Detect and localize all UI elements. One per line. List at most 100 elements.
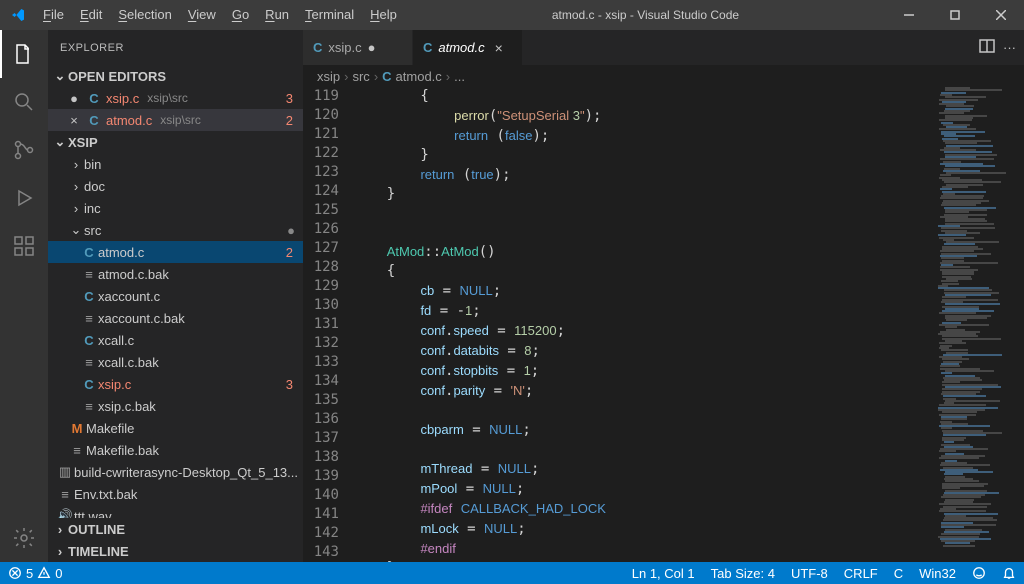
modified-dot-icon: ● xyxy=(287,223,295,238)
editor-body[interactable]: 1191201211221231241251261271281291301311… xyxy=(303,87,1024,562)
editor-tab[interactable]: Catmod.c × xyxy=(413,30,523,65)
close-icon[interactable]: × xyxy=(66,113,82,128)
menu-file[interactable]: File xyxy=(35,0,72,30)
file-path: xsip\src xyxy=(160,113,201,127)
tree-item-label: ttt.wav xyxy=(74,509,303,519)
file-type-icon: ≡ xyxy=(80,399,98,414)
tree-file[interactable]: ≡atmod.c.bak xyxy=(48,263,303,285)
status-os[interactable]: Win32 xyxy=(911,562,964,584)
tree-item-label: xaccount.c xyxy=(98,289,303,304)
tree-file[interactable]: MMakefile xyxy=(48,417,303,439)
activity-explorer[interactable] xyxy=(0,30,48,78)
titlebar: FileEditSelectionViewGoRunTerminalHelp a… xyxy=(0,0,1024,30)
tree-folder[interactable]: ⌄src● xyxy=(48,219,303,241)
tree-file[interactable]: Cxaccount.c xyxy=(48,285,303,307)
problem-badge: 3 xyxy=(286,377,293,392)
file-path: xsip\src xyxy=(147,91,188,105)
section-outline[interactable]: ›OUTLINE xyxy=(48,518,303,540)
menu-help[interactable]: Help xyxy=(362,0,405,30)
tree-file[interactable]: ▥build-cwriterasync-Desktop_Qt_5_13... xyxy=(48,461,303,483)
line-gutter: 1191201211221231241251261271281291301311… xyxy=(303,87,353,562)
breadcrumb-item[interactable]: src xyxy=(352,69,369,84)
activity-extensions[interactable] xyxy=(0,222,48,270)
section-project[interactable]: ⌄XSIP xyxy=(48,131,303,153)
activity-debug[interactable] xyxy=(0,174,48,222)
problem-badge: 2 xyxy=(286,113,293,128)
tree-item-label: atmod.c.bak xyxy=(98,267,303,282)
menu-view[interactable]: View xyxy=(180,0,224,30)
tab-actions: ··· xyxy=(971,30,1024,65)
dirty-dot-icon: ● xyxy=(368,40,376,55)
tree-folder[interactable]: ›bin xyxy=(48,153,303,175)
section-open-editors[interactable]: ⌄OPEN EDITORS xyxy=(48,65,303,87)
more-icon[interactable]: ··· xyxy=(1003,40,1016,55)
close-button[interactable] xyxy=(978,0,1024,30)
minimize-button[interactable] xyxy=(886,0,932,30)
tree-item-label: Makefile.bak xyxy=(86,443,303,458)
status-feedback-icon[interactable] xyxy=(964,562,994,584)
chevron-right-icon: › xyxy=(68,201,84,216)
menu-selection[interactable]: Selection xyxy=(110,0,179,30)
breadcrumb-item[interactable]: xsip xyxy=(317,69,340,84)
c-file-icon: C xyxy=(86,91,102,106)
tree-item-label: doc xyxy=(84,179,303,194)
tree-file[interactable]: ≡Makefile.bak xyxy=(48,439,303,461)
file-type-icon: M xyxy=(68,421,86,436)
problem-badge: 3 xyxy=(286,91,293,106)
maximize-button[interactable] xyxy=(932,0,978,30)
open-editor-item[interactable]: ●Cxsip.cxsip\src3 xyxy=(48,87,303,109)
tree-file[interactable]: ≡xsip.c.bak xyxy=(48,395,303,417)
activity-search[interactable] xyxy=(0,78,48,126)
breadcrumbs[interactable]: xsip›src›Catmod.c›... xyxy=(303,65,1024,87)
c-file-icon: C xyxy=(423,40,432,55)
tree-item-label: xcall.c.bak xyxy=(98,355,303,370)
tree-folder[interactable]: ›doc xyxy=(48,175,303,197)
status-cursor[interactable]: Ln 1, Col 1 xyxy=(624,562,703,584)
breadcrumb-item[interactable]: ... xyxy=(454,69,465,84)
tree-file[interactable]: ≡xaccount.c.bak xyxy=(48,307,303,329)
breadcrumb-item[interactable]: atmod.c xyxy=(396,69,442,84)
chevron-right-icon: › xyxy=(52,544,68,559)
tree-file[interactable]: ≡Env.txt.bak xyxy=(48,483,303,505)
window-title: atmod.c - xsip - Visual Studio Code xyxy=(405,8,886,22)
problem-badge: 2 xyxy=(286,245,293,260)
sidebar-title: EXPLORER xyxy=(48,30,303,65)
tree-item-label: xaccount.c.bak xyxy=(98,311,303,326)
status-encoding[interactable]: UTF-8 xyxy=(783,562,836,584)
file-type-icon: ≡ xyxy=(68,443,86,458)
split-editor-icon[interactable] xyxy=(979,38,995,57)
menu-bar: FileEditSelectionViewGoRunTerminalHelp xyxy=(35,0,405,30)
chevron-right-icon: › xyxy=(374,69,378,84)
tree-file[interactable]: Cxsip.c3 xyxy=(48,373,303,395)
code-content[interactable]: { perror("SetupSerial 3"); return (false… xyxy=(353,87,934,562)
tree-folder[interactable]: ›inc xyxy=(48,197,303,219)
activity-scm[interactable] xyxy=(0,126,48,174)
section-timeline[interactable]: ›TIMELINE xyxy=(48,540,303,562)
menu-edit[interactable]: Edit xyxy=(72,0,110,30)
status-lang[interactable]: C xyxy=(886,562,911,584)
tab-label: atmod.c xyxy=(438,40,484,55)
tree-file[interactable]: Catmod.c2 xyxy=(48,241,303,263)
status-indent[interactable]: Tab Size: 4 xyxy=(703,562,783,584)
file-type-icon: ≡ xyxy=(80,311,98,326)
chevron-right-icon: › xyxy=(344,69,348,84)
activity-settings[interactable] xyxy=(0,514,48,562)
menu-go[interactable]: Go xyxy=(224,0,257,30)
editor-tab[interactable]: Cxsip.c● xyxy=(303,30,413,65)
status-problems[interactable]: 5 0 xyxy=(0,562,70,584)
file-tree: ›bin›doc›inc⌄src●Catmod.c2≡atmod.c.bakCx… xyxy=(48,153,303,518)
tree-file[interactable]: ≡xcall.c.bak xyxy=(48,351,303,373)
menu-run[interactable]: Run xyxy=(257,0,297,30)
tree-file[interactable]: 🔊ttt.wav xyxy=(48,505,303,518)
status-bell-icon[interactable] xyxy=(994,562,1024,584)
close-icon[interactable]: × xyxy=(495,40,503,56)
vscode-logo xyxy=(0,7,35,23)
minimap[interactable] xyxy=(934,87,1024,562)
file-type-icon: ▥ xyxy=(56,464,74,480)
open-editor-item[interactable]: ×Catmod.cxsip\src2 xyxy=(48,109,303,131)
status-eol[interactable]: CRLF xyxy=(836,562,886,584)
tree-file[interactable]: Cxcall.c xyxy=(48,329,303,351)
chevron-right-icon: › xyxy=(52,522,68,537)
menu-terminal[interactable]: Terminal xyxy=(297,0,362,30)
chevron-down-icon: ⌄ xyxy=(52,134,68,150)
